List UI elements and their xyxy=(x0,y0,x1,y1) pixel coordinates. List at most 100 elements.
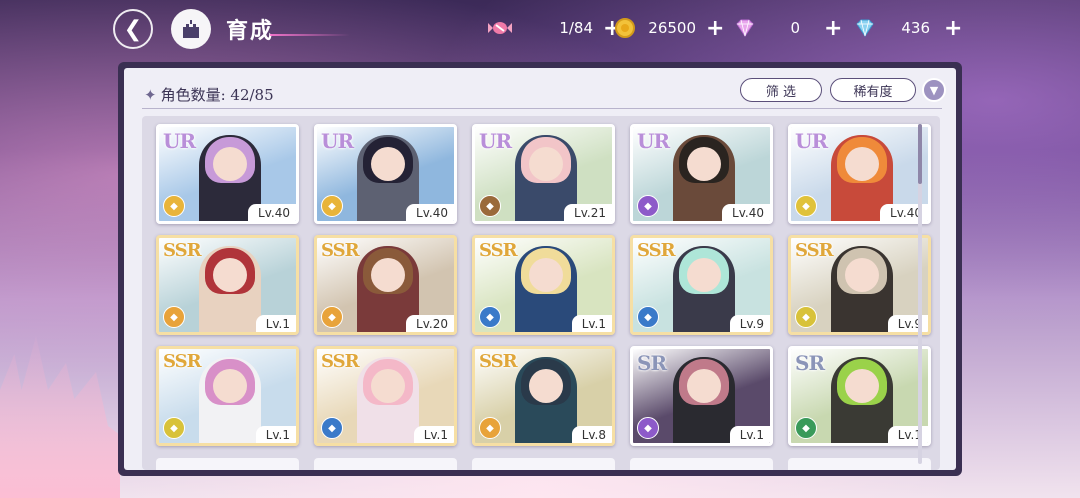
character-face xyxy=(845,147,879,181)
rarity-badge: UR xyxy=(637,129,670,153)
rarity-badge: UR xyxy=(795,129,828,153)
level-label: Lv.1 xyxy=(729,426,770,443)
pink-gem-icon xyxy=(732,15,758,41)
top-bar: ❮ 育成 1/84 + 26500 + 0 + 436 + xyxy=(0,0,1080,58)
pink-gem-add-button[interactable]: + xyxy=(824,16,842,41)
character-card[interactable]: SR ◆ Lv.1 xyxy=(788,346,931,446)
character-count: ✦ 角色数量: 42/85 xyxy=(144,84,274,105)
role-icon: ◆ xyxy=(321,417,343,439)
rarity-badge: UR xyxy=(163,129,196,153)
rarity-badge: SSR xyxy=(637,240,676,261)
role-icon: ◆ xyxy=(321,306,343,328)
character-face xyxy=(529,369,563,403)
partial-card[interactable] xyxy=(788,458,931,470)
character-card[interactable]: UR ◆ Lv.40 xyxy=(156,124,299,224)
character-card[interactable]: SSR ◆ Lv.8 xyxy=(472,346,615,446)
pink-gem-value: 0 xyxy=(790,19,800,37)
character-panel: ✦ 角色数量: 42/85 筛 选 稀有度 ▼ UR ◆ Lv.40 UR ◆ Lv.40 U… xyxy=(118,62,962,476)
rarity-badge: UR xyxy=(479,129,512,153)
coin-value: 26500 xyxy=(648,19,696,37)
level-label: Lv.1 xyxy=(255,426,296,443)
role-icon: ◆ xyxy=(637,195,659,217)
character-face xyxy=(213,147,247,181)
rarity-badge: SSR xyxy=(795,240,834,261)
blue-gem-value: 436 xyxy=(901,19,930,37)
rarity-badge: SSR xyxy=(479,240,518,261)
role-icon: ◆ xyxy=(637,306,659,328)
character-face xyxy=(371,147,405,181)
character-face xyxy=(213,369,247,403)
level-label: Lv.21 xyxy=(564,204,612,221)
role-icon: ◆ xyxy=(163,306,185,328)
scrollbar-thumb[interactable] xyxy=(918,124,922,184)
character-card[interactable]: UR ◆ Lv.40 xyxy=(314,124,457,224)
page-title: 育成 xyxy=(226,19,275,44)
resource-blue-gem: 436 + xyxy=(852,14,962,42)
character-face xyxy=(213,258,247,292)
role-icon: ◆ xyxy=(163,195,185,217)
character-card[interactable]: SSR ◆ Lv.1 xyxy=(472,235,615,335)
level-label: Lv.1 xyxy=(571,315,612,332)
sort-rarity-button[interactable]: 稀有度 xyxy=(830,78,916,102)
rarity-badge: SSR xyxy=(321,351,360,372)
level-label: Lv.1 xyxy=(255,315,296,332)
partial-card[interactable] xyxy=(156,458,299,470)
character-face xyxy=(845,369,879,403)
candy-icon xyxy=(487,15,513,41)
character-face xyxy=(529,258,563,292)
character-face xyxy=(529,147,563,181)
character-face xyxy=(687,258,721,292)
back-arrow-icon: ❮ xyxy=(123,16,143,42)
home-button[interactable] xyxy=(171,9,211,49)
role-icon: ◆ xyxy=(795,306,817,328)
partial-card[interactable] xyxy=(472,458,615,470)
role-icon: ◆ xyxy=(479,417,501,439)
character-card[interactable]: UR ◆ Lv.40 xyxy=(630,124,773,224)
role-icon: ◆ xyxy=(479,306,501,328)
character-card[interactable]: SSR ◆ Lv.1 xyxy=(156,346,299,446)
character-face xyxy=(845,258,879,292)
title-decoration xyxy=(270,34,350,36)
grid-scrollbar[interactable] xyxy=(918,124,922,464)
role-icon: ◆ xyxy=(795,195,817,217)
back-button[interactable]: ❮ xyxy=(113,9,153,49)
role-icon: ◆ xyxy=(637,417,659,439)
level-label: Lv.40 xyxy=(248,204,296,221)
coin-add-button[interactable]: + xyxy=(706,16,724,41)
rarity-badge: SSR xyxy=(479,351,518,372)
resource-candy: 1/84 + xyxy=(487,14,621,42)
level-label: Lv.40 xyxy=(406,204,454,221)
level-label: Lv.8 xyxy=(571,426,612,443)
character-card[interactable]: SR ◆ Lv.1 xyxy=(630,346,773,446)
sparkle-icon: ✦ xyxy=(144,86,157,104)
character-card[interactable]: SSR ◆ Lv.9 xyxy=(630,235,773,335)
candy-value: 1/84 xyxy=(559,19,593,37)
character-card[interactable]: SSR ◆ Lv.20 xyxy=(314,235,457,335)
character-card[interactable]: SSR ◆ Lv.9 xyxy=(788,235,931,335)
blue-gem-add-button[interactable]: + xyxy=(944,16,962,41)
partial-card[interactable] xyxy=(314,458,457,470)
character-card[interactable]: SSR ◆ Lv.1 xyxy=(156,235,299,335)
character-card[interactable]: UR ◆ Lv.40 xyxy=(788,124,931,224)
resource-coin: 26500 + xyxy=(612,14,724,42)
role-icon: ◆ xyxy=(321,195,343,217)
character-face xyxy=(687,147,721,181)
character-grid: UR ◆ Lv.40 UR ◆ Lv.40 UR ◆ Lv.21 UR ◆ Lv.40 UR ◆ Lv.40… xyxy=(156,124,931,446)
rarity-badge: SR xyxy=(795,351,825,375)
blue-gem-icon xyxy=(852,15,878,41)
filter-button[interactable]: 筛 选 xyxy=(740,78,822,102)
character-face xyxy=(687,369,721,403)
role-icon: ◆ xyxy=(163,417,185,439)
sort-order-button[interactable]: ▼ xyxy=(922,78,946,102)
level-label: Lv.9 xyxy=(729,315,770,332)
role-icon: ◆ xyxy=(795,417,817,439)
castle-icon xyxy=(183,20,199,38)
partial-card[interactable] xyxy=(630,458,773,470)
divider xyxy=(142,108,942,109)
level-label: Lv.20 xyxy=(406,315,454,332)
rarity-badge: SSR xyxy=(163,240,202,261)
next-row-partial xyxy=(156,458,931,470)
character-card[interactable]: UR ◆ Lv.21 xyxy=(472,124,615,224)
character-grid-viewport[interactable]: UR ◆ Lv.40 UR ◆ Lv.40 UR ◆ Lv.21 UR ◆ Lv.40 UR ◆ Lv.40… xyxy=(142,116,940,470)
character-card[interactable]: SSR ◆ Lv.1 xyxy=(314,346,457,446)
